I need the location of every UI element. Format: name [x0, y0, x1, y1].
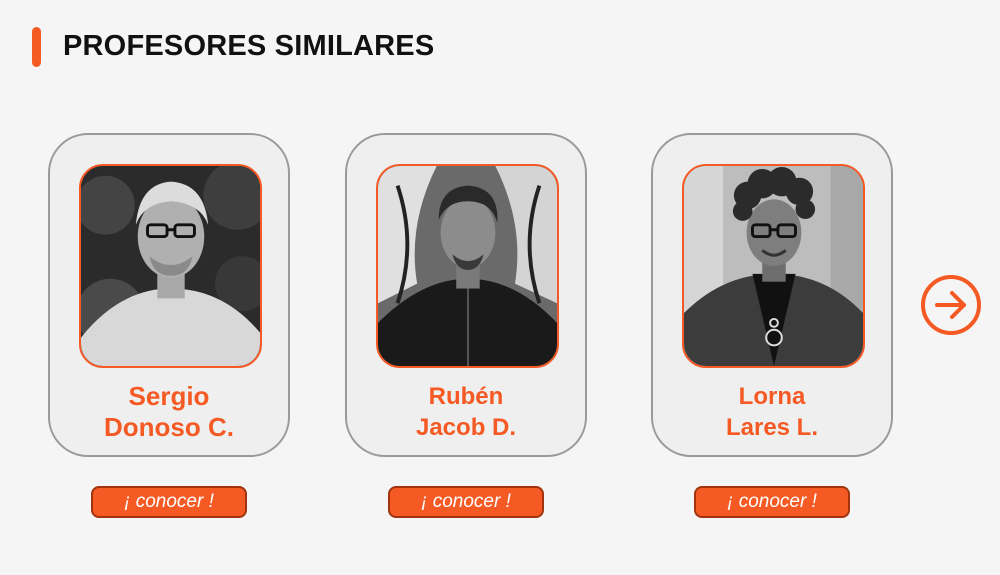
section-title: PROFESORES SIMILARES — [63, 30, 435, 62]
conocer-button[interactable]: ¡ conocer ! — [388, 486, 544, 518]
professor-last-name: Donoso C. — [104, 412, 234, 442]
professor-photo — [682, 164, 865, 368]
professor-card[interactable]: Rubén Jacob D. — [345, 133, 587, 457]
professor-last-name: Lares L. — [725, 414, 819, 441]
professor-photo — [79, 164, 262, 368]
conocer-button[interactable]: ¡ conocer ! — [91, 486, 247, 518]
professor-card[interactable]: Lorna Lares L. — [651, 133, 893, 457]
professor-card[interactable]: Sergio Donoso C. — [48, 133, 290, 457]
arrow-right-circle-icon — [921, 275, 981, 335]
professor-first-name: Rubén — [428, 383, 504, 410]
next-arrow-button[interactable] — [920, 274, 982, 336]
professor-last-name: Jacob D. — [415, 414, 517, 441]
professor-first-name: Lorna — [738, 383, 806, 410]
professor-photo — [376, 164, 559, 368]
professor-first-name: Sergio — [128, 381, 210, 411]
professor-name: Lorna Lares L. — [653, 381, 891, 443]
professor-name: Sergio Donoso C. — [50, 381, 288, 443]
conocer-button[interactable]: ¡ conocer ! — [694, 486, 850, 518]
title-accent-bar — [32, 27, 41, 67]
professor-name: Rubén Jacob D. — [347, 381, 585, 443]
